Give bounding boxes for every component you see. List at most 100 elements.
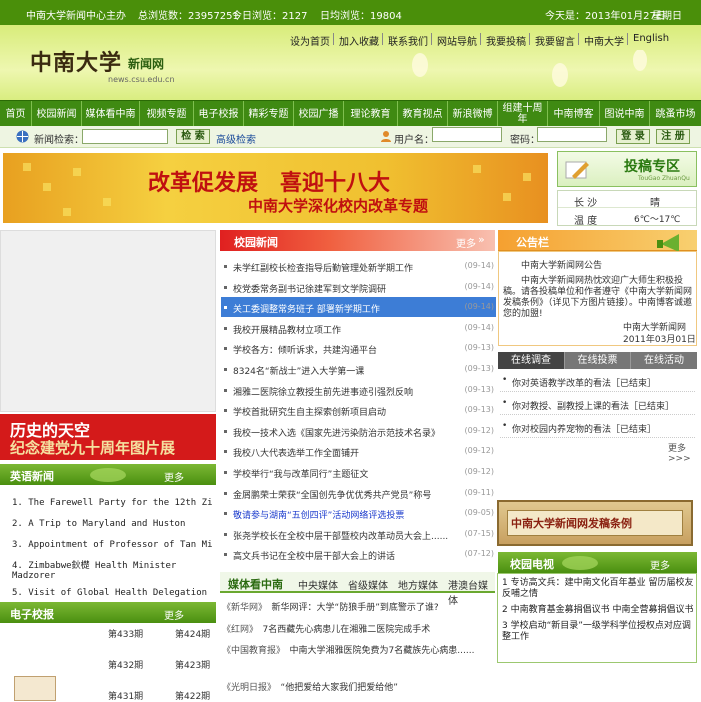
- news-item[interactable]: 校党委常务副书记徐建军到文学院调研 (09-14): [221, 277, 496, 297]
- news-title[interactable]: 湘雅二医院徐立教授生前先进事迹引强烈反响: [233, 385, 465, 398]
- search-input[interactable]: [82, 129, 168, 144]
- news-date: (09-14): [464, 322, 495, 332]
- media-item[interactable]: 《光明日报》 “他把爱给大家我们把爱给他”: [222, 680, 497, 693]
- news-item[interactable]: 高文兵书记在全校中层干部大会上的讲话 (07-12): [221, 544, 496, 564]
- nav-photo[interactable]: 图说中南: [600, 101, 650, 127]
- epaper-issue[interactable]: 第423期: [175, 658, 210, 671]
- vote-more-link[interactable]: 更多>>>: [668, 441, 701, 464]
- nav-anniversary[interactable]: 组建十周年: [498, 101, 548, 127]
- history-photo-banner[interactable]: 历史的天空 纪念建党九十周年图片展: [0, 414, 216, 460]
- nav-campus-news[interactable]: 校园新闻: [32, 101, 82, 127]
- news-item[interactable]: 学校各方：倾听诉求，共建沟通平台 (09-13): [221, 338, 496, 358]
- tab-provincial-media[interactable]: 省级媒体: [348, 577, 388, 592]
- news-item[interactable]: 未学红副校长检查指导后勤管理处新学期工作 (09-14): [221, 256, 496, 276]
- nav-epaper[interactable]: 电子校报: [194, 101, 244, 127]
- epaper-thumbnail[interactable]: [14, 676, 56, 701]
- tab-online-vote[interactable]: 在线投票: [564, 352, 630, 369]
- news-title[interactable]: 学校各方：倾听诉求，共建沟通平台: [233, 343, 465, 356]
- nav-blog[interactable]: 中南博客: [548, 101, 600, 127]
- link-csu[interactable]: 中南大学: [584, 33, 624, 48]
- tv-more-link[interactable]: 更多: [650, 557, 670, 572]
- submission-zone-button[interactable]: 投稿专区 TouGao ZhuanQu: [557, 151, 697, 187]
- news-item[interactable]: 我校一技术入选《国家先进污染防治示范技术名录》 (09-12): [221, 421, 496, 441]
- news-item[interactable]: 湘雅二医院徐立教授生前先进事迹引强烈反响 (09-13): [221, 380, 496, 400]
- epaper-more-link[interactable]: 更多: [164, 607, 184, 622]
- news-title[interactable]: 未学红副校长检查指导后勤管理处新学期工作: [233, 261, 465, 274]
- nav-video[interactable]: 视频专题: [140, 101, 194, 127]
- news-item[interactable]: 学校首批研究生自主探索创新项目启动 (09-13): [221, 400, 496, 420]
- news-title[interactable]: 高文兵书记在全校中层干部大会上的讲话: [233, 549, 465, 562]
- news-item[interactable]: 我校八大代表选举工作全面铺开 (09-12): [221, 441, 496, 461]
- news-title[interactable]: 敬请参与湖南“五创四评”活动网络评选投票: [233, 508, 465, 521]
- english-news-item[interactable]: 4. Zimbabwe鈥檚 Health Minister Madzorer: [12, 558, 212, 581]
- password-input[interactable]: [537, 127, 607, 142]
- english-news-item[interactable]: 2. A Trip to Maryland and Huston: [12, 519, 212, 529]
- nav-radio[interactable]: 校园广播: [294, 101, 344, 127]
- news-item[interactable]: 张尧学校长在全校中层干部暨校内改革动员大会上...... (07-15): [221, 524, 496, 544]
- reform-banner[interactable]: 改革促发展 喜迎十八大 中南大学深化校内改革专题: [3, 153, 548, 223]
- news-title[interactable]: 张尧学校长在全校中层干部暨校内改革动员大会上......: [233, 529, 465, 542]
- tab-online-activity[interactable]: 在线活动: [630, 352, 697, 369]
- media-item[interactable]: 《中国教育报》 中南大学湘雅医院免费为7名藏族先心病患......: [222, 644, 494, 658]
- tv-item[interactable]: 1 专访高文兵：建中南文化百年基业 留历届校友反哺之情: [502, 578, 697, 600]
- logo-title[interactable]: 中南大学: [30, 45, 122, 77]
- media-item[interactable]: 《新华网》 新华网评：大学“防狼手册”到底警示了谁?: [222, 600, 497, 613]
- epaper-issue[interactable]: 第424期: [175, 627, 210, 640]
- news-item[interactable]: 学校举行“我与改革同行”主题征文 (09-12): [221, 462, 496, 482]
- nav-media[interactable]: 媒体看中南: [82, 101, 140, 127]
- nav-edu[interactable]: 教育视点: [398, 101, 448, 127]
- news-item[interactable]: 敬请参与湖南“五创四评”活动网络评选投票 (09-05): [221, 503, 496, 523]
- nav-market[interactable]: 跳蚤市场: [650, 101, 701, 127]
- link-set-home[interactable]: 设为首页: [290, 33, 330, 48]
- nav-home[interactable]: 首页: [0, 101, 32, 127]
- english-news-item[interactable]: 3. Appointment of Professor of Tan Min: [12, 540, 212, 550]
- news-item[interactable]: 金屑鹏荣士荣获“全国创先争优优秀共产党员”称号 (09-11): [221, 483, 496, 503]
- tv-item[interactable]: 3 学校启动“新目录”一级学科学位授权点对应调整工作: [502, 621, 697, 643]
- link-english[interactable]: English: [633, 33, 669, 44]
- news-title[interactable]: 校党委常务副书记徐建军到文学院调研: [233, 282, 465, 295]
- media-item[interactable]: 《红网》 7名西藏先心病患儿在湘雅二医院完成手术: [222, 622, 497, 635]
- vote-item[interactable]: • 你对教授、副教授上课的看法［已结束］: [500, 395, 695, 415]
- history-subtitle: 纪念建党九十周年图片展: [10, 439, 176, 457]
- link-submit[interactable]: 我要投稿: [486, 33, 526, 48]
- tv-item[interactable]: 2 中南教育基金募捐倡议书 中南全营募捐倡议书: [502, 605, 697, 616]
- username-input[interactable]: [432, 127, 502, 142]
- news-title[interactable]: 关工委调整常务班子 部署新学期工作: [233, 302, 465, 315]
- vote-item[interactable]: • 你对英语教学改革的看法［已结束］: [500, 372, 695, 392]
- news-item[interactable]: 关工委调整常务班子 部署新学期工作 (09-14): [221, 297, 496, 318]
- news-title[interactable]: 我校一技术入选《国家先进污染防治示范技术名录》: [233, 426, 465, 439]
- vote-item[interactable]: • 你对校园内养宠物的看法［已结束］: [500, 418, 695, 438]
- nav-theory[interactable]: 理论教育: [344, 101, 398, 127]
- epaper-issue[interactable]: 第422期: [175, 689, 210, 702]
- english-news-item[interactable]: 1. The Farewell Party for the 12th Zim: [12, 498, 212, 508]
- link-bookmark[interactable]: 加入收藏: [339, 33, 379, 48]
- rules-banner[interactable]: 中南大学新闻网发稿条例: [497, 500, 693, 546]
- english-news-item[interactable]: 5. Visit of Global Health Delegation o: [12, 588, 212, 598]
- english-more-link[interactable]: 更多: [164, 469, 184, 484]
- epaper-issue[interactable]: 第433期: [108, 627, 143, 640]
- news-title[interactable]: 金屑鹏荣士荣获“全国创先争优优秀共产党员”称号: [233, 488, 465, 501]
- tab-local-media[interactable]: 地方媒体: [398, 577, 438, 592]
- epaper-issue[interactable]: 第431期: [108, 689, 143, 702]
- news-item[interactable]: 8324名“新战士”进入大学第一课 (09-13): [221, 359, 496, 379]
- news-title[interactable]: 学校首批研究生自主探索创新项目启动: [233, 405, 465, 418]
- campus-more-link[interactable]: 更多: [456, 235, 476, 250]
- search-button[interactable]: 检 索: [176, 129, 210, 144]
- news-title[interactable]: 我校开展精品教材立项工作: [233, 323, 465, 336]
- tab-online-survey[interactable]: 在线调查: [498, 352, 564, 369]
- nav-weibo[interactable]: 新浪微博: [448, 101, 498, 127]
- link-message[interactable]: 我要留言: [535, 33, 575, 48]
- login-button[interactable]: 登 录: [616, 129, 650, 144]
- register-button[interactable]: 注 册: [656, 129, 690, 144]
- news-item[interactable]: 我校开展精品教材立项工作 (09-14): [221, 318, 496, 338]
- advanced-search-link[interactable]: 高级检索: [216, 131, 256, 146]
- tab-central-media[interactable]: 中央媒体: [298, 577, 338, 592]
- rules-banner-text: 中南大学新闻网发稿条例: [511, 517, 632, 530]
- news-title[interactable]: 学校举行“我与改革同行”主题征文: [233, 467, 465, 480]
- epaper-issue[interactable]: 第432期: [108, 658, 143, 671]
- link-site-nav[interactable]: 网站导航: [437, 33, 477, 48]
- nav-topics[interactable]: 精彩专题: [244, 101, 294, 127]
- news-title[interactable]: 我校八大代表选举工作全面铺开: [233, 446, 465, 459]
- link-contact[interactable]: 联系我们: [388, 33, 428, 48]
- news-title[interactable]: 8324名“新战士”进入大学第一课: [233, 364, 465, 377]
